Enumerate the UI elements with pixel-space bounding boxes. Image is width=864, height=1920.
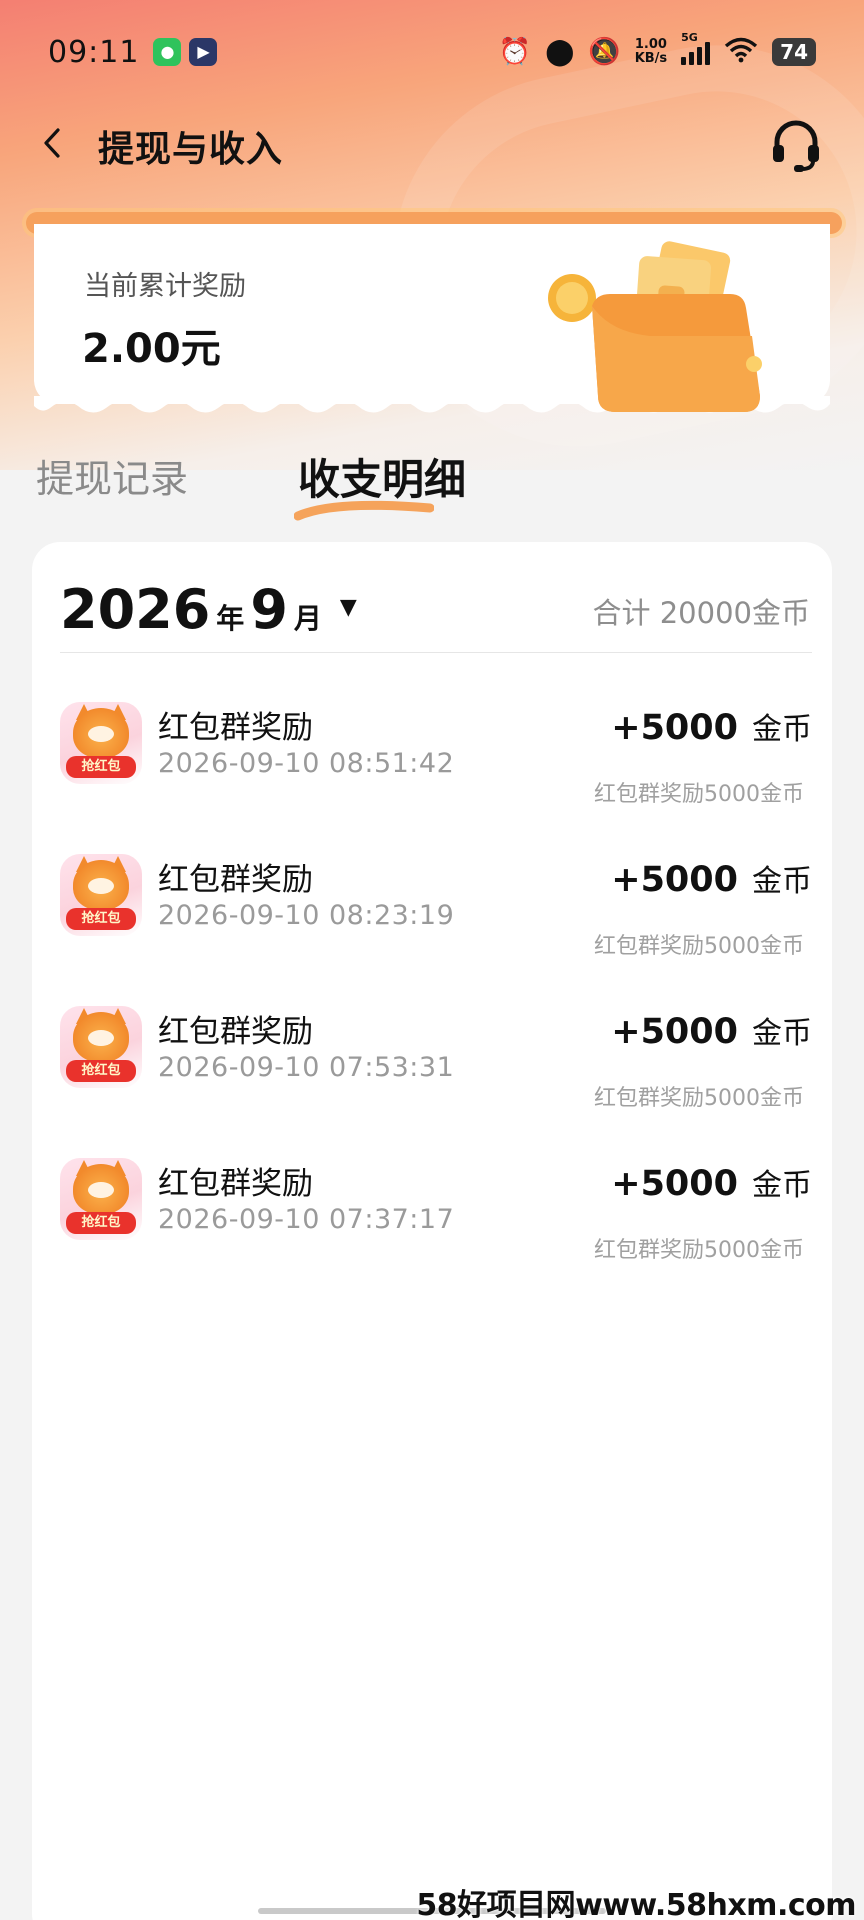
cellular-signal-icon: 5G [681,31,711,65]
mute-bell-icon: 🔕 [588,37,621,67]
status-bar: 09:11 ● ▶ ⏰ ⬤ 🔕 1.00 KB/s 5G 74 [0,0,864,104]
record-row[interactable]: 抢红包 红包群奖励 2026-09-10 07:37:17 +5000 金币 红… [60,1158,812,1278]
wifi-icon [724,37,758,68]
record-row[interactable]: 抢红包 红包群奖励 2026-09-10 08:51:42 +5000 金币 红… [60,702,812,822]
record-amount-unit: 金币 [752,1016,812,1051]
network-speed: 1.00 KB/s [635,38,667,66]
watermark: 58好项目网www.58hxm.com [416,1888,856,1920]
red-packet-app-icon: 抢红包 [60,854,142,936]
alarm-icon: ⏰ [498,37,532,67]
nav-bar: 提现与收入 [0,104,864,188]
record-amount-unit: 金币 [752,1168,812,1203]
record-amount-value: +5000 [611,1164,738,1204]
record-title: 红包群奖励 [158,1166,313,1202]
reward-label: 当前累计奖励 [84,271,246,302]
video-app-notification-icon: ▶ [189,38,218,66]
red-packet-app-icon: 抢红包 [60,702,142,784]
network-type: 5G [681,31,698,44]
monthly-total: 合计 20000金币 [592,596,810,630]
record-time: 2026-09-10 07:37:17 [158,1204,455,1235]
app-icon-label: 抢红包 [66,1212,136,1234]
app-icon-label: 抢红包 [66,908,136,930]
network-speed-unit: KB/s [634,51,668,66]
headset-icon [773,120,819,172]
record-amount: +5000 金币 [611,856,812,900]
record-title: 红包群奖励 [158,1014,313,1050]
dropdown-caret-icon: ▼ [339,595,357,620]
wallet-illustration [548,241,762,412]
status-icons: ⏰ ⬤ 🔕 1.00 KB/s 5G 74 [498,31,816,68]
customer-service-button[interactable] [768,118,824,174]
page-title: 提现与收入 [98,129,284,170]
month-unit: 月 [293,602,322,635]
tab-withdraw-records[interactable]: 提现记录 [36,448,188,503]
red-packet-app-icon: 抢红包 [60,1158,142,1240]
screen: 09:11 ● ▶ ⏰ ⬤ 🔕 1.00 KB/s 5G 74 提现与收入 当前… [0,0,864,1920]
reward-value: 2.00元 [82,326,221,372]
location-icon: ⬤ [545,37,575,67]
record-time: 2026-09-10 08:51:42 [158,748,455,779]
record-amount-value: +5000 [611,708,738,748]
network-speed-value: 1.00 [634,37,667,52]
tab-bar: 提现记录 收支明细 [0,440,864,530]
chevron-left-icon [44,128,60,158]
record-amount-value: +5000 [611,860,738,900]
record-description: 红包群奖励5000金币 [594,1086,804,1111]
selected-month: 9 [250,578,288,641]
record-amount-unit: 金币 [752,712,812,747]
record-description: 红包群奖励5000金币 [594,934,804,959]
record-time: 2026-09-10 08:23:19 [158,900,455,931]
back-button[interactable] [40,126,80,166]
records-panel: 2026 年 9 月 ▼ 合计 20000金币 抢红包 红包群奖励 2026-0… [32,542,832,1920]
app-icon-label: 抢红包 [66,756,136,778]
battery-indicator: 74 [772,38,816,66]
year-unit: 年 [216,602,245,635]
record-amount-value: +5000 [611,1012,738,1052]
status-time: 09:11 [48,34,140,70]
selected-year: 2026 [60,578,211,641]
record-amount-unit: 金币 [752,864,812,899]
record-description: 红包群奖励5000金币 [594,782,804,807]
active-tab-underline [294,500,434,521]
month-selector[interactable]: 2026 年 9 月 ▼ [60,578,357,641]
record-amount: +5000 金币 [611,1160,812,1204]
divider [60,652,812,653]
record-row[interactable]: 抢红包 红包群奖励 2026-09-10 07:53:31 +5000 金币 红… [60,1006,812,1126]
record-title: 红包群奖励 [158,710,313,746]
record-amount: +5000 金币 [611,704,812,748]
record-title: 红包群奖励 [158,862,313,898]
app-icon-label: 抢红包 [66,1060,136,1082]
record-description: 红包群奖励5000金币 [594,1238,804,1263]
wechat-notification-icon: ● [153,38,182,66]
red-packet-app-icon: 抢红包 [60,1006,142,1088]
record-time: 2026-09-10 07:53:31 [158,1052,455,1083]
record-amount: +5000 金币 [611,1008,812,1052]
record-row[interactable]: 抢红包 红包群奖励 2026-09-10 08:23:19 +5000 金币 红… [60,854,812,974]
